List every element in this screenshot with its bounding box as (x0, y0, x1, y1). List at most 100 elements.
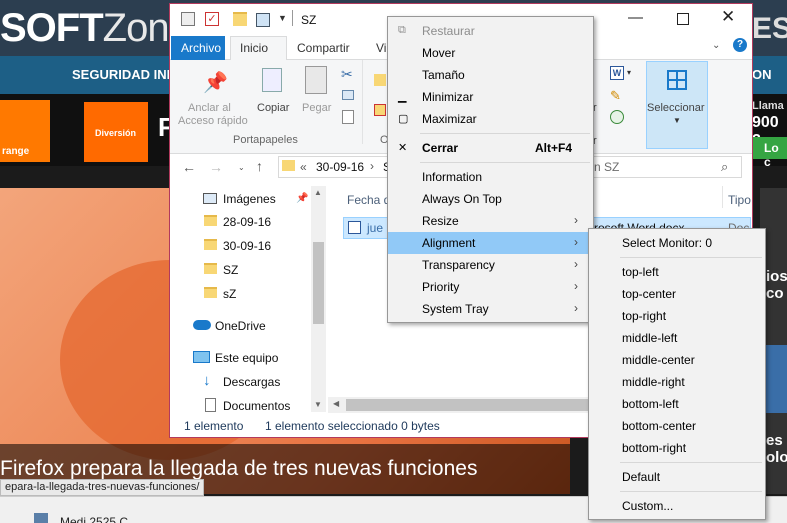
paste-shortcut-icon[interactable] (342, 110, 354, 124)
submenu-item-top-center[interactable]: top-center (589, 283, 765, 305)
nav-item-28-09-16[interactable]: 28-09-16 (223, 215, 271, 229)
address-separator[interactable]: › (370, 159, 374, 173)
select-grid-icon (667, 70, 687, 90)
nav-item-imagenes[interactable]: Imágenes (223, 192, 276, 206)
copy-to-icon[interactable] (374, 104, 386, 116)
right-article-text-2: co (766, 285, 784, 302)
submenu-item-label: middle-left (622, 331, 678, 345)
menu-item-transparency[interactable]: Transparency › (388, 254, 593, 276)
minimize-icon[interactable]: — (628, 9, 643, 26)
horizontal-scroll-thumb[interactable] (346, 399, 596, 411)
submenu-item-bottom-center[interactable]: bottom-center (589, 415, 765, 437)
pegar-button: Pegar (302, 102, 332, 114)
close-icon[interactable]: ✕ (721, 7, 735, 27)
site-logo[interactable]: SOFTZon (0, 6, 170, 51)
menu-item-label: Resize (422, 214, 459, 228)
file-name[interactable]: jue (367, 221, 383, 235)
back-arrow-icon[interactable]: ← (182, 159, 196, 175)
restore-icon: ⧉ (398, 24, 406, 36)
ribbon-collapse-icon[interactable]: ⌄ (712, 40, 720, 51)
tab-inicio[interactable]: Inicio (240, 41, 268, 55)
submenu-item-middle-right[interactable]: middle-right (589, 371, 765, 393)
submenu-item-bottom-left[interactable]: bottom-left (589, 393, 765, 415)
taskbar-item-label[interactable]: Medi 2525 C (60, 515, 128, 523)
nav-item-documentos[interactable]: Documentos (223, 399, 290, 413)
menu-item-label: Transparency (422, 258, 495, 272)
menu-item-system-tray[interactable]: System Tray › (388, 298, 593, 320)
pinned-icon[interactable]: 📌 (296, 193, 308, 204)
cut-icon[interactable]: ✂ (341, 66, 353, 83)
app-icon[interactable] (181, 12, 195, 26)
copiar-button[interactable]: Copiar (257, 102, 289, 114)
new-folder-icon[interactable] (233, 12, 247, 26)
feature-headline[interactable]: Firefox prepara la llegada de tres nueva… (0, 457, 477, 481)
column-divider[interactable] (722, 186, 723, 208)
menu-item-maximizar[interactable]: ▢ Maximizar (388, 108, 593, 130)
menu-separator (420, 133, 590, 134)
menu-item-label: Information (422, 170, 483, 184)
copy-path-icon[interactable] (342, 90, 354, 100)
menu-item-mover[interactable]: Mover (388, 42, 593, 64)
submenu-item-bottom-right[interactable]: bottom-right (589, 437, 765, 459)
submenu-item-top-left[interactable]: top-left (589, 261, 765, 283)
tab-archivo[interactable]: Archivo (171, 36, 225, 60)
menu-item-tamano[interactable]: Tamaño (388, 64, 593, 86)
taskbar-item-icon[interactable] (34, 513, 48, 523)
submenu-item-select-monitor[interactable]: Select Monitor: 0 (589, 232, 765, 254)
submenu-item-label: top-right (622, 309, 667, 323)
menu-item-label: System Tray (422, 302, 489, 316)
edit-icon[interactable]: ✎ (610, 88, 621, 104)
nav-pane-scroll-thumb[interactable] (313, 242, 324, 324)
menu-item-label: Maximizar (422, 112, 477, 126)
submenu-item-custom[interactable]: Custom... (589, 495, 765, 517)
nav-item-este-equipo[interactable]: Este equipo (215, 351, 278, 365)
qat-dropdown-icon[interactable]: ▼ (278, 13, 287, 23)
up-arrow-icon[interactable]: ↑ (256, 158, 263, 174)
nav-item-30-09-16[interactable]: 30-09-16 (223, 239, 271, 253)
word-icon[interactable]: W (610, 66, 624, 80)
scroll-up-icon[interactable]: ▲ (314, 188, 322, 197)
menu-item-resize[interactable]: Resize › (388, 210, 593, 232)
submenu-item-label: middle-right (622, 375, 685, 389)
recent-locations-icon[interactable]: ⌄ (238, 163, 245, 172)
site-logo-edge: ES (752, 12, 787, 45)
submenu-item-middle-center[interactable]: middle-center (589, 349, 765, 371)
forward-arrow-icon[interactable]: → (209, 159, 223, 175)
column-tipo[interactable]: Tipo (728, 193, 751, 207)
site-nav-link-right[interactable]: ON (752, 67, 772, 82)
history-icon[interactable] (610, 110, 624, 124)
menu-item-priority[interactable]: Priority › (388, 276, 593, 298)
search-icon[interactable]: ⌕ (721, 159, 728, 175)
menu-item-cerrar[interactable]: ✕ Cerrar Alt+F4 (388, 137, 593, 159)
column-fecha[interactable]: Fecha d (347, 193, 390, 207)
maximize-icon[interactable] (677, 13, 689, 25)
properties-icon[interactable]: ✓ (205, 12, 219, 26)
address-path-segment[interactable]: 30-09-16 (316, 160, 364, 174)
menu-item-alignment[interactable]: Alignment › (388, 232, 593, 254)
submenu-item-default[interactable]: Default (589, 466, 765, 488)
nav-item-sz[interactable]: SZ (223, 263, 238, 277)
tab-compartir[interactable]: Compartir (297, 41, 350, 55)
right-article-text-1: ios (766, 268, 787, 285)
scroll-down-icon[interactable]: ▼ (314, 400, 322, 409)
nav-item-onedrive[interactable]: OneDrive (215, 319, 266, 333)
scroll-left-icon[interactable]: ◀ (333, 399, 339, 408)
menu-item-minimizar[interactable]: ▁ Minimizar (388, 86, 593, 108)
menu-item-always-on-top[interactable]: Always On Top (388, 188, 593, 210)
move-to-icon[interactable] (374, 74, 386, 86)
submenu-item-top-right[interactable]: top-right (589, 305, 765, 327)
nav-item-sz-lower[interactable]: sZ (223, 287, 236, 301)
orange-logo-text: range (2, 146, 30, 157)
nav-item-descargas[interactable]: Descargas (223, 375, 280, 389)
copy-icon[interactable] (262, 68, 282, 92)
help-icon[interactable]: ? (733, 38, 747, 52)
submenu-item-label: Select Monitor: 0 (622, 236, 713, 250)
maximize-glyph-icon: ▢ (398, 113, 409, 125)
address-prefix[interactable]: « (300, 160, 307, 174)
tab-vista[interactable]: Vi (376, 41, 386, 55)
open-dropdown-icon[interactable]: ▾ (627, 68, 631, 77)
submenu-item-middle-left[interactable]: middle-left (589, 327, 765, 349)
menu-item-information[interactable]: Information (388, 166, 593, 188)
menu-item-restaurar[interactable]: ⧉ Restaurar (388, 20, 593, 42)
rename-icon[interactable] (256, 13, 270, 27)
